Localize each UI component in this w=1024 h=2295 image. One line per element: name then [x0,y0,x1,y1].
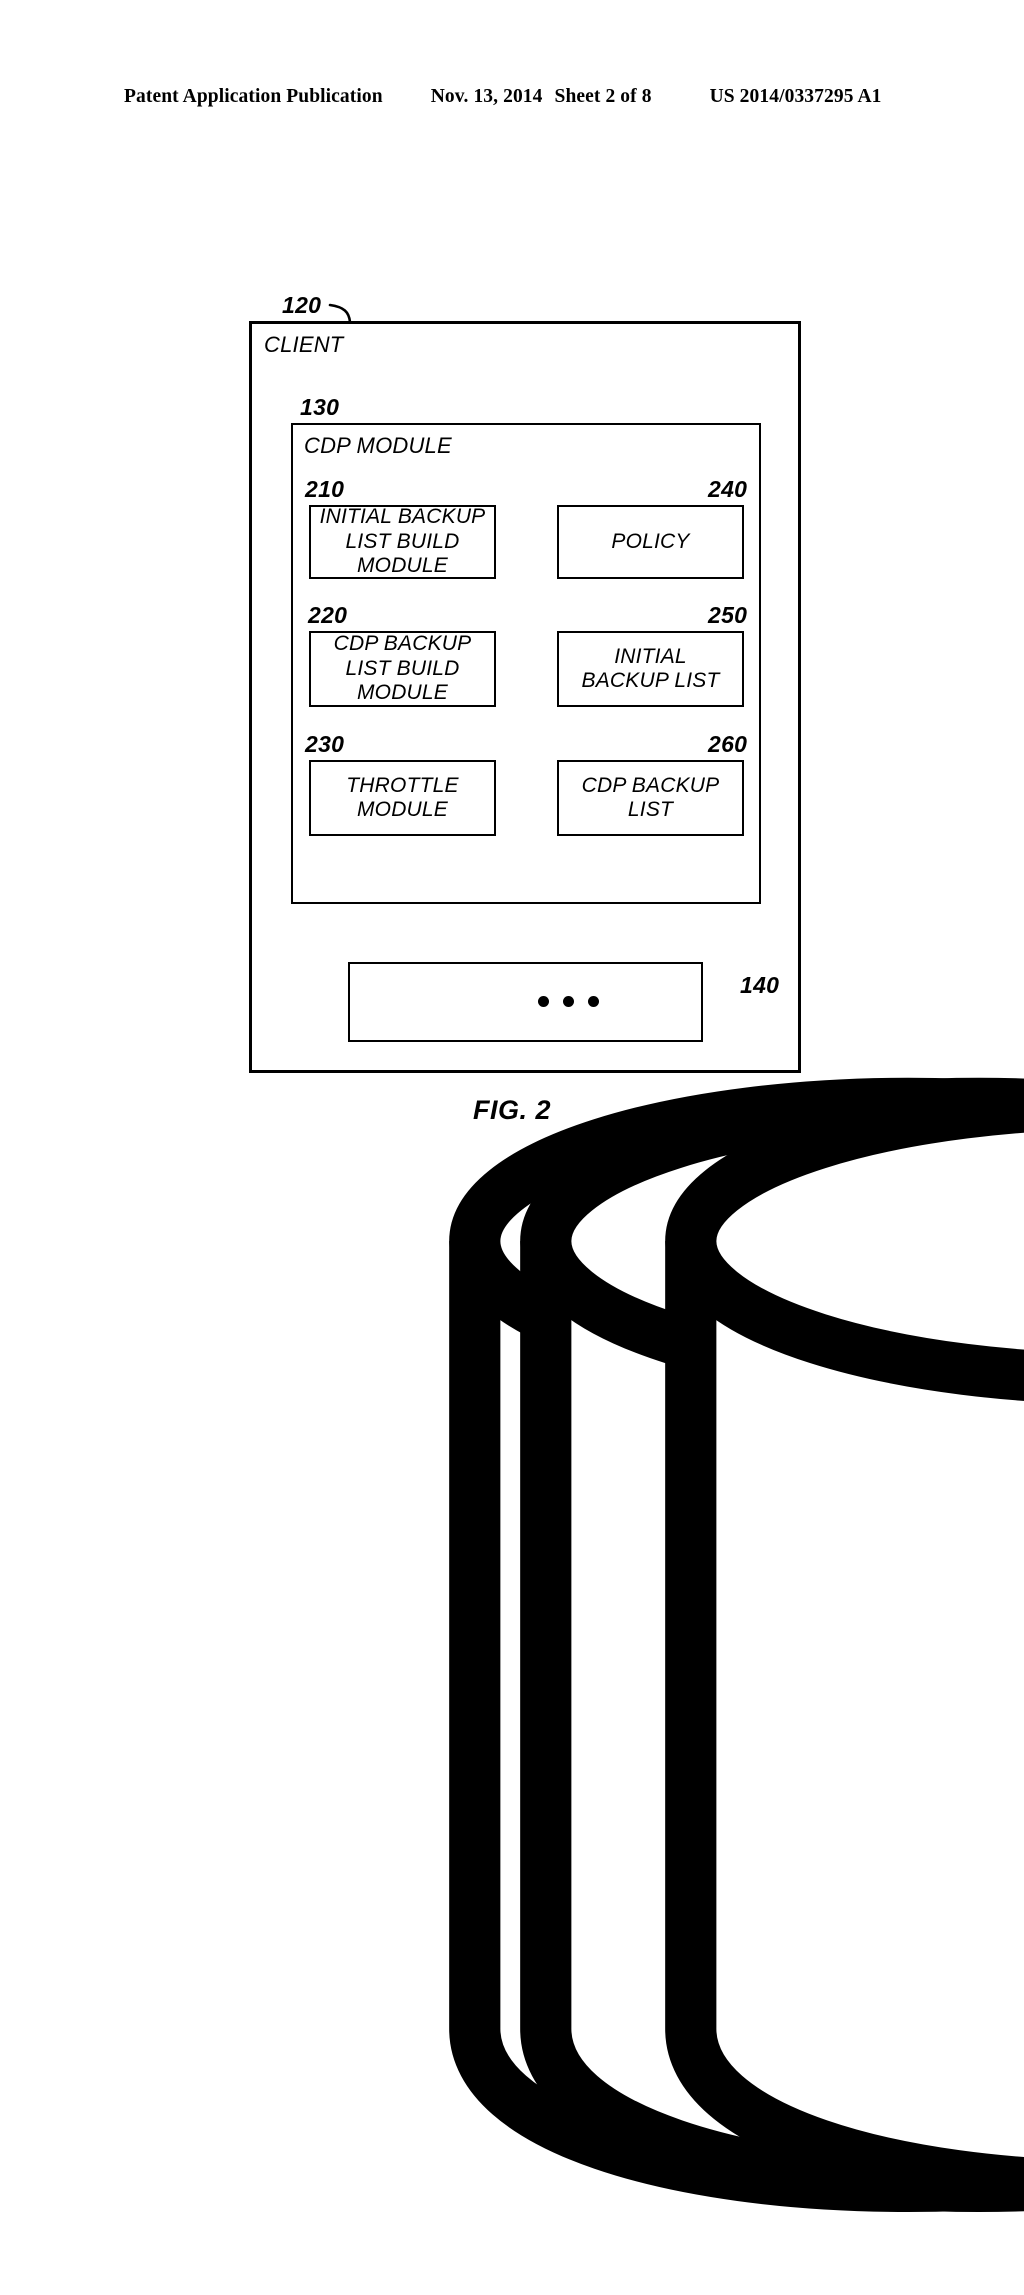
cdp-backup-list-build-module-label: CDP BACKUP LIST BUILD MODULE [333,632,472,705]
policy-label: POLICY [611,529,690,553]
ref-number-130: 130 [300,394,340,420]
leader-line-120 [328,303,352,324]
ref-number-140: 140 [740,972,780,998]
ref-number-230: 230 [305,731,345,757]
ellipsis-dot [538,996,549,1007]
ref-number-260: 260 [708,731,748,757]
ref-number-240: 240 [708,476,748,502]
cdp-backup-list-box: CDP BACKUP LIST [557,760,744,836]
figure-caption: FIG. 2 [472,1095,551,1125]
initial-backup-list-label: INITIAL BACKUP LIST [581,644,720,692]
policy-box: POLICY [557,505,744,579]
cdp-backup-list-label: CDP BACKUP LIST [581,773,720,821]
initial-backup-list-build-module-box: INITIAL BACKUP LIST BUILD MODULE [309,505,496,579]
client-title: CLIENT [264,332,344,357]
storage-disk-icon [665,1081,1024,2209]
ellipsis-dot [563,996,574,1007]
ellipsis-dot [588,996,599,1007]
throttle-module-box: THROTTLE MODULE [309,760,496,836]
ref-number-250: 250 [708,602,748,628]
ref-number-220: 220 [308,602,348,628]
cdp-module-title: CDP MODULE [304,433,452,458]
throttle-module-label: THROTTLE MODULE [346,773,459,821]
storage-box [348,962,1024,2212]
ref-number-210: 210 [305,476,345,502]
ref-number-120: 120 [282,292,322,318]
initial-backup-list-build-module-label: INITIAL BACKUP LIST BUILD MODULE [319,505,486,578]
initial-backup-list-box: INITIAL BACKUP LIST [557,631,744,707]
ellipsis-indicator [538,996,599,1007]
cdp-backup-list-build-module-box: CDP BACKUP LIST BUILD MODULE [309,631,496,707]
